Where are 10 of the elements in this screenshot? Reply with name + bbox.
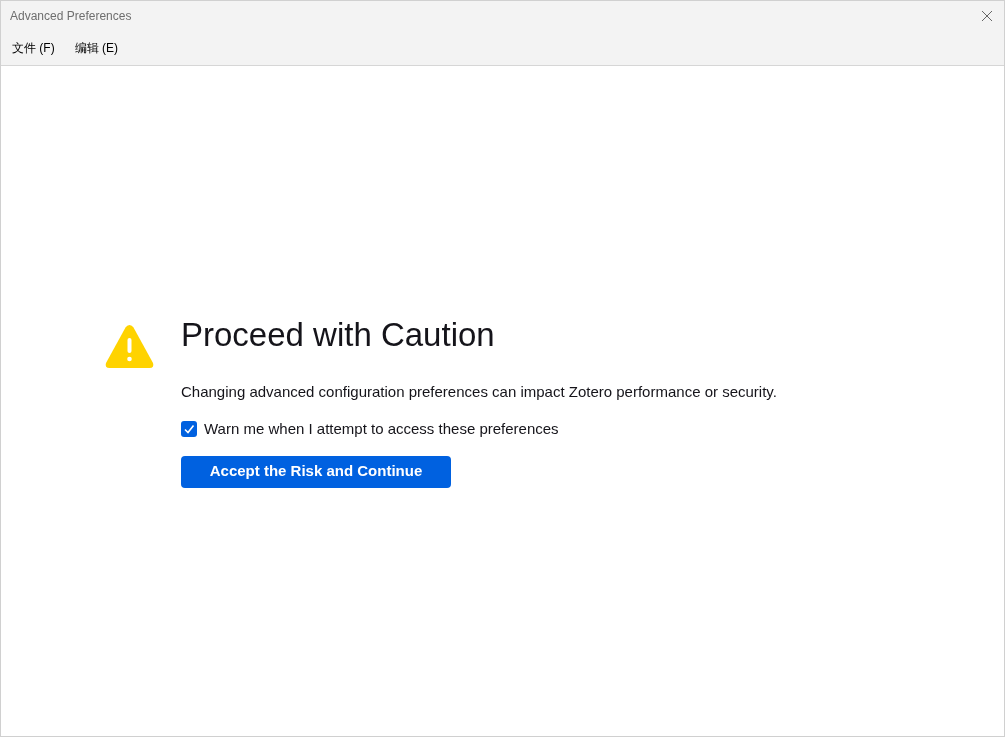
menu-item[interactable]: 编辑 (E) (74, 39, 118, 57)
warning-message: Changing advanced configuration preferences can impact Zotero performance or security. (181, 381, 777, 402)
checkbox-label: Warn me when I attempt to access these preferences (204, 419, 559, 439)
checkbox[interactable] (181, 421, 197, 438)
close-button[interactable] (980, 9, 994, 23)
heading: Proceed with Caution (181, 314, 496, 355)
warning-icon (104, 322, 155, 370)
accept-button[interactable]: Accept the Risk and Continue (181, 455, 451, 488)
menu-item[interactable]: 文件 (F) (12, 39, 55, 57)
window-title: Advanced Preferences (10, 8, 132, 25)
